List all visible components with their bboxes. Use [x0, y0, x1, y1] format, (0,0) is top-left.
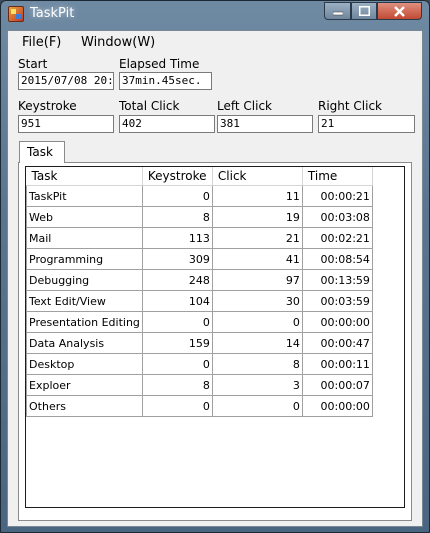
keystroke-cell[interactable]: 0: [141, 395, 213, 417]
time-cell[interactable]: 00:13:59: [301, 269, 373, 291]
task-cell[interactable]: TaskPit: [26, 185, 143, 207]
keystroke-cell[interactable]: 248: [141, 269, 213, 291]
click-cell[interactable]: 21: [211, 227, 303, 249]
table-row[interactable]: Presentation Editing 0 0 00:00:00: [26, 311, 373, 333]
column-header-time[interactable]: Time: [302, 167, 373, 186]
time-cell[interactable]: 00:00:00: [301, 311, 373, 333]
menu-bar: File(F) Window(W): [8, 31, 422, 53]
click-cell[interactable]: 14: [211, 332, 303, 354]
close-button[interactable]: [377, 2, 422, 20]
minimize-button[interactable]: [324, 2, 351, 20]
app-icon[interactable]: [8, 6, 24, 22]
keystroke-cell[interactable]: 8: [141, 206, 213, 228]
keystroke-label: Keystroke: [18, 99, 77, 113]
total-click-field[interactable]: 402: [119, 115, 215, 133]
task-cell[interactable]: Web: [26, 206, 143, 228]
table-row[interactable]: Desktop 0 8 00:00:11: [26, 353, 373, 375]
elapsed-time-field[interactable]: 37min.45sec.: [119, 72, 212, 90]
menu-window[interactable]: Window(W): [81, 35, 155, 50]
right-click-field[interactable]: 21: [318, 115, 415, 133]
click-cell[interactable]: 30: [211, 290, 303, 312]
total-click-label: Total Click: [119, 99, 180, 113]
table-row[interactable]: Exploer 8 3 00:00:07: [26, 374, 373, 396]
click-cell[interactable]: 97: [211, 269, 303, 291]
title-bar[interactable]: TaskPit: [1, 1, 429, 27]
table-row[interactable]: Data Analysis 159 14 00:00:47: [26, 332, 373, 354]
task-cell[interactable]: Mail: [26, 227, 143, 249]
table-row[interactable]: Others 0 0 00:00:00: [26, 395, 373, 417]
keystroke-cell[interactable]: 0: [141, 311, 213, 333]
table-row[interactable]: Mail 113 21 00:02:21: [26, 227, 373, 249]
keystroke-cell[interactable]: 0: [141, 185, 213, 207]
menu-file[interactable]: File(F): [22, 35, 61, 50]
client-area: File(F) Window(W) Start 2015/07/08 20:45…: [7, 30, 423, 527]
elapsed-time-label: Elapsed Time: [119, 57, 200, 71]
table-row[interactable]: Programming 309 41 00:08:54: [26, 248, 373, 270]
click-cell[interactable]: 0: [211, 395, 303, 417]
task-cell[interactable]: Text Edit/View: [26, 290, 143, 312]
start-label: Start: [18, 57, 48, 71]
maximize-icon: [358, 6, 370, 16]
keystroke-cell[interactable]: 309: [141, 248, 213, 270]
column-header-click[interactable]: Click: [212, 167, 303, 186]
column-header-task[interactable]: Task: [26, 167, 143, 186]
time-cell[interactable]: 00:02:21: [301, 227, 373, 249]
minimize-icon: [332, 11, 343, 16]
time-cell[interactable]: 00:00:47: [301, 332, 373, 354]
table-header-row: Task Keystroke Click Time: [26, 167, 373, 186]
task-cell[interactable]: Debugging: [26, 269, 143, 291]
click-cell[interactable]: 8: [211, 353, 303, 375]
keystroke-cell[interactable]: 0: [141, 353, 213, 375]
table-row[interactable]: Text Edit/View 104 30 00:03:59: [26, 290, 373, 312]
click-cell[interactable]: 41: [211, 248, 303, 270]
table-row[interactable]: Debugging 248 97 00:13:59: [26, 269, 373, 291]
close-icon: [394, 5, 405, 17]
task-cell[interactable]: Exploer: [26, 374, 143, 396]
click-cell[interactable]: 0: [211, 311, 303, 333]
keystroke-cell[interactable]: 113: [141, 227, 213, 249]
time-cell[interactable]: 00:03:59: [301, 290, 373, 312]
keystroke-cell[interactable]: 159: [141, 332, 213, 354]
window-title: TaskPit: [30, 6, 75, 21]
time-cell[interactable]: 00:08:54: [301, 248, 373, 270]
click-cell[interactable]: 11: [211, 185, 303, 207]
keystroke-cell[interactable]: 8: [141, 374, 213, 396]
time-cell[interactable]: 00:00:00: [301, 395, 373, 417]
column-header-keystroke[interactable]: Keystroke: [142, 167, 213, 186]
task-tab-panel: Task Keystroke Click Time TaskPit 0 11 00:0…: [18, 162, 412, 521]
task-cell[interactable]: Desktop: [26, 353, 143, 375]
click-cell[interactable]: 3: [211, 374, 303, 396]
task-cell[interactable]: Presentation Editing: [26, 311, 143, 333]
table-row[interactable]: Web 8 19 00:03:08: [26, 206, 373, 228]
click-cell[interactable]: 19: [211, 206, 303, 228]
table-row[interactable]: TaskPit 0 11 00:00:21: [26, 185, 373, 207]
taskpit-window: TaskPit File(F) Window(W) Start 2015/07/…: [0, 0, 430, 533]
keystroke-field[interactable]: 951: [18, 115, 114, 133]
left-click-field[interactable]: 381: [217, 115, 313, 133]
time-cell[interactable]: 00:03:08: [301, 206, 373, 228]
caption-buttons: [324, 2, 422, 20]
keystroke-cell[interactable]: 104: [141, 290, 213, 312]
right-click-label: Right Click: [318, 99, 383, 113]
task-cell[interactable]: Programming: [26, 248, 143, 270]
task-table: Task Keystroke Click Time TaskPit 0 11 00:0…: [26, 167, 373, 417]
time-cell[interactable]: 00:00:21: [301, 185, 373, 207]
start-field[interactable]: 2015/07/08 20:45: [18, 72, 114, 90]
time-cell[interactable]: 00:00:11: [301, 353, 373, 375]
task-grid[interactable]: Task Keystroke Click Time TaskPit 0 11 00:0…: [25, 166, 405, 508]
left-click-label: Left Click: [217, 99, 272, 113]
task-cell[interactable]: Data Analysis: [26, 332, 143, 354]
tab-task[interactable]: Task: [19, 141, 65, 163]
time-cell[interactable]: 00:00:07: [301, 374, 373, 396]
maximize-button[interactable]: [351, 2, 377, 20]
task-cell[interactable]: Others: [26, 395, 143, 417]
